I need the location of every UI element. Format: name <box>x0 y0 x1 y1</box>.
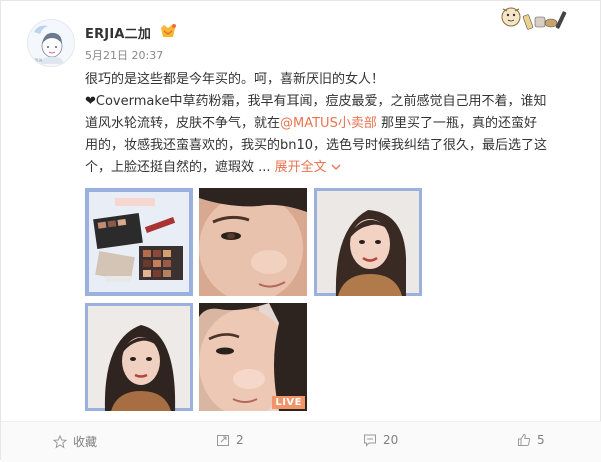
post-image-closeup-1[interactable] <box>199 188 307 296</box>
like-count: 5 <box>537 433 545 447</box>
thumbs-up-icon <box>518 433 531 446</box>
post-image-products[interactable] <box>85 188 193 296</box>
like-button[interactable]: 5 <box>517 433 545 447</box>
user-mention-link[interactable]: @MATUS小卖部 <box>280 116 377 131</box>
live-photo-badge: LIVE <box>272 396 305 409</box>
post-line-3-text-a: 道风水轮流转，皮肤不争气，就在 <box>85 116 281 131</box>
post-line-2-text: Covermake中草药粉霜，我早有耳闻，痘皮最爱，之前感觉自己用不着，谁知 <box>95 94 547 109</box>
expand-label[interactable]: 展开全文 <box>275 160 327 175</box>
comment-count: 20 <box>383 433 399 447</box>
vip-badge-icon[interactable] <box>159 23 177 39</box>
post-line-2: ❤Covermake中草药粉霜，我早有耳闻，痘皮最爱，之前感觉自己用不着，谁知 <box>85 91 585 113</box>
post-timestamp[interactable]: 5月21日 20:37 <box>85 47 163 63</box>
svg-text:ERJIA: ERJIA <box>32 58 43 63</box>
comment-icon <box>364 434 376 447</box>
post-text: 很巧的是这些都是今年买的。呵，喜新厌旧的女人！ ❤Covermake中草药粉霜，… <box>85 69 585 179</box>
post-line-3-text-b: 那里买了一瓶，真的还蛮好 <box>376 116 537 131</box>
post-line-4: 用的，妆感我还蛮喜欢的，我买的bn10，选色号时候我纠结了很久，最后选了这 <box>85 138 548 153</box>
post-line-5: 个，上脸还挺自然的，遮瑕效 ... 展开全文 <box>85 157 585 179</box>
chevron-down-icon[interactable] <box>331 164 341 171</box>
repost-button[interactable]: 2 <box>216 433 244 447</box>
sticker-decoration <box>499 3 571 35</box>
avatar[interactable]: ERJIA <box>27 19 75 67</box>
post-line-1: 很巧的是这些都是今年买的。呵，喜新厌旧的女人！ <box>85 72 385 87</box>
post-image-live-photo[interactable]: LIVE <box>199 303 307 411</box>
weibo-post-card: ERJIA ERJIA二加 5月21日 20:37 很巧的是这些都是今年买的。呵… <box>0 0 601 462</box>
favorite-button[interactable]: 收藏 <box>53 433 97 450</box>
post-action-bar: 收藏 2 20 5 <box>1 421 601 462</box>
expand-full-text-link[interactable]: 展开全文 <box>275 160 341 175</box>
post-image-portrait-2[interactable] <box>85 303 193 411</box>
post-line-3: 道风水轮流转，皮肤不争气，就在@MATUS小卖部 那里买了一瓶，真的还蛮好 <box>85 113 585 135</box>
comment-button[interactable]: 20 <box>363 433 398 447</box>
post-image-portrait-1[interactable] <box>314 188 422 296</box>
black-heart-icon: ❤ <box>85 94 96 109</box>
user-name[interactable]: ERJIA二加 <box>85 23 151 42</box>
repost-count: 2 <box>236 433 244 447</box>
star-icon <box>53 434 67 448</box>
post-line-5-text: 个，上脸还挺自然的，遮瑕效 ... <box>85 160 271 175</box>
repost-icon <box>217 435 229 446</box>
favorite-label: 收藏 <box>73 435 98 449</box>
